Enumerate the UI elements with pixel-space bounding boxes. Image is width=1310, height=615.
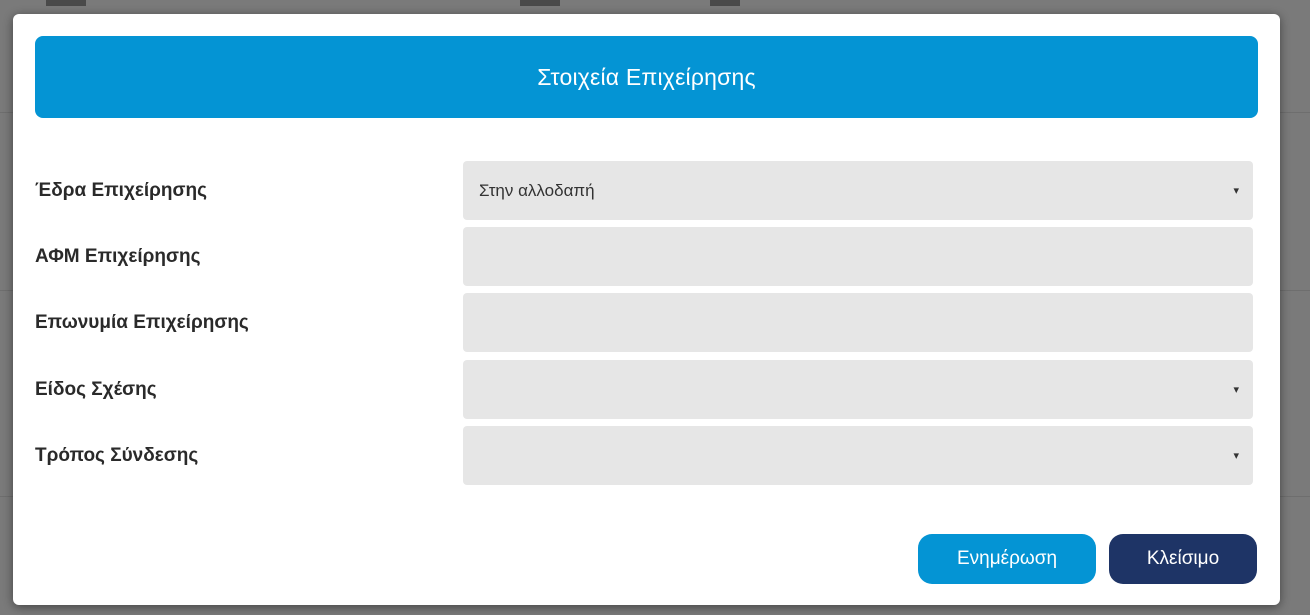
backdrop-fragment: [46, 0, 86, 6]
chevron-down-icon: ▾: [1233, 185, 1239, 197]
update-button[interactable]: Ενημέρωση: [918, 534, 1096, 584]
field-row-seat: Έδρα Επιχείρησης Στην αλλοδαπή ▾: [35, 161, 1258, 220]
connection-mode-select[interactable]: ▾: [463, 426, 1253, 485]
seat-select[interactable]: Στην αλλοδαπή ▾: [463, 161, 1253, 220]
chevron-down-icon: ▾: [1233, 450, 1239, 462]
business-name-label: Επωνυμία Επιχείρησης: [35, 312, 249, 333]
seat-label: Έδρα Επιχείρησης: [35, 180, 208, 201]
chevron-down-icon: ▾: [1233, 384, 1239, 396]
field-row-relation: Είδος Σχέσης ▾: [35, 360, 1258, 419]
dialog-title: Στοιχεία Επιχείρησης: [537, 63, 756, 90]
relation-type-label: Είδος Σχέσης: [35, 379, 157, 400]
close-button[interactable]: Κλείσιμο: [1109, 534, 1257, 584]
business-details-dialog: Στοιχεία Επιχείρησης Έδρα Επιχείρησης Στ…: [13, 14, 1280, 605]
vat-input[interactable]: [463, 227, 1253, 286]
dialog-header: Στοιχεία Επιχείρησης: [35, 36, 1258, 118]
connection-mode-label: Τρόπος Σύνδεσης: [35, 445, 199, 466]
field-row-name: Επωνυμία Επιχείρησης: [35, 293, 1258, 352]
vat-label: ΑΦΜ Επιχείρησης: [35, 246, 201, 267]
business-name-input[interactable]: [463, 293, 1253, 352]
relation-type-select[interactable]: ▾: [463, 360, 1253, 419]
field-row-vat: ΑΦΜ Επιχείρησης: [35, 227, 1258, 286]
field-row-connection: Τρόπος Σύνδεσης ▾: [35, 426, 1258, 485]
backdrop-fragment: [710, 0, 740, 6]
backdrop-fragment: [520, 0, 560, 6]
seat-select-value: Στην αλλοδαπή: [479, 180, 595, 200]
